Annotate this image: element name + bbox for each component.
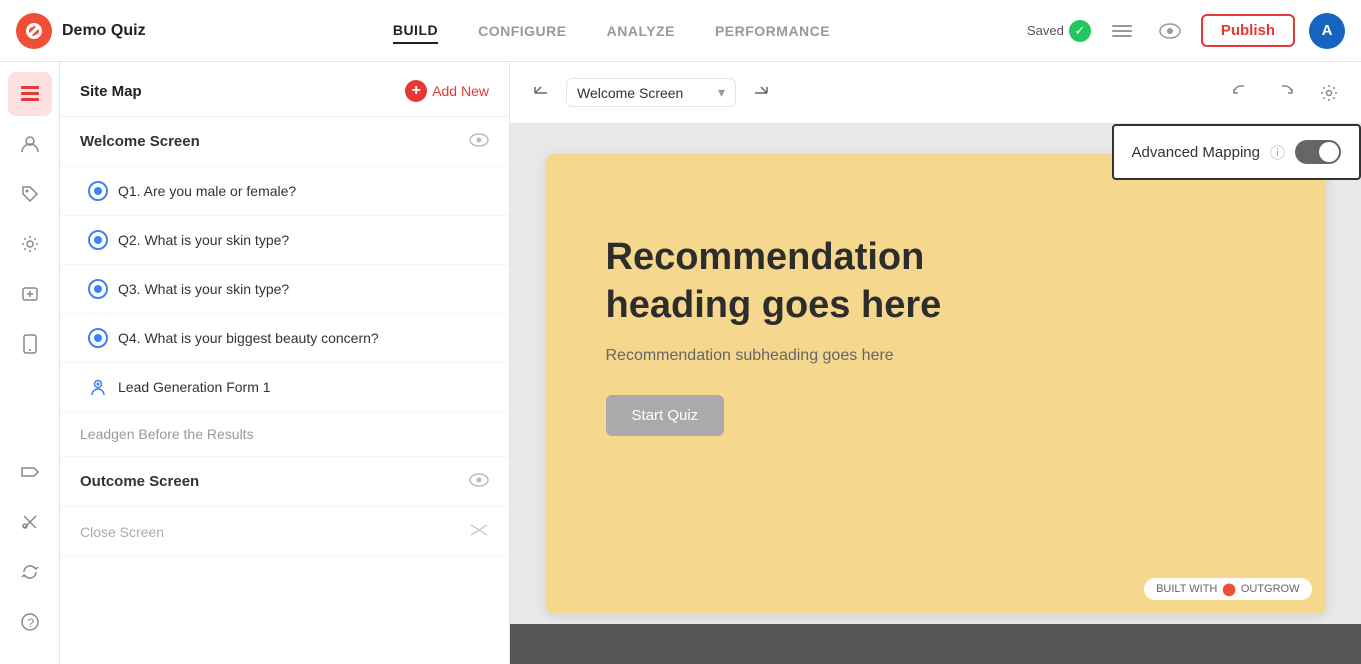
nav-right-area: Saved ✓ Publish A [1027,13,1345,49]
nav-build[interactable]: BUILD [393,18,438,44]
preview-button[interactable] [1153,14,1187,48]
eye-icon-outcome[interactable] [469,471,489,492]
settings-icon-btn[interactable] [1313,77,1345,109]
app-logo [16,13,52,49]
sitemap-header: Site Map + Add New [60,62,509,117]
toggle-knob [1319,142,1339,162]
nav-performance[interactable]: PERFORMANCE [715,19,830,43]
screen-selector-label: Welcome Screen [577,85,683,101]
sidebar-icon-cut[interactable] [8,500,52,544]
canvas-next-button[interactable] [746,78,776,108]
outgrow-brand: ⬤ [1222,582,1235,596]
preview-heading: Recommendation heading goes here [606,234,1026,329]
dropdown-arrow: ▾ [718,84,725,101]
sitemap-item-outcome-screen[interactable]: Outcome Screen [60,457,509,507]
info-icon[interactable]: ⓘ [1270,142,1285,163]
screen-selector[interactable]: Welcome Screen ▾ [566,78,736,107]
advanced-mapping-box: Advanced Mapping ⓘ [1112,124,1361,180]
sidebar-icon-settings[interactable] [8,222,52,266]
app-title: Demo Quiz [62,22,146,40]
sidebar-icon-mobile[interactable] [8,322,52,366]
sitemap-list: Welcome Screen Q1. Are you male or femal… [60,117,509,664]
question-icon-q3 [88,279,108,299]
canvas-prev-button[interactable] [526,78,556,108]
sitemap-item-q2[interactable]: Q2. What is your skin type? [60,216,509,265]
add-new-button[interactable]: + Add New [405,80,489,102]
saved-check-icon: ✓ [1069,20,1091,42]
person-icon-leadgen [88,377,108,397]
main-nav: BUILD CONFIGURE ANALYZE PERFORMANCE [196,18,1027,44]
sitemap-item-leadgen[interactable]: Lead Generation Form 1 [60,363,509,412]
toggle-button[interactable] [1105,14,1139,48]
start-quiz-button[interactable]: Start Quiz [606,395,725,436]
sitemap-item-leadgen-before[interactable]: Leadgen Before the Results [60,412,509,457]
built-with-label: BUILT WITH [1156,583,1217,595]
icon-sidebar: ? [0,62,60,664]
advanced-mapping-label: Advanced Mapping [1132,144,1260,161]
sidebar-icon-pages[interactable] [8,72,52,116]
sidebar-icon-dollar[interactable] [8,272,52,316]
sitemap-panel: Site Map + Add New Welcome Screen Q1. Ar… [60,62,510,664]
nav-configure[interactable]: CONFIGURE [478,19,567,43]
saved-badge: Saved ✓ [1027,20,1091,42]
sitemap-item-welcome-screen[interactable]: Welcome Screen [60,117,509,167]
redo-button[interactable] [1269,77,1301,109]
sidebar-icon-tag[interactable] [8,172,52,216]
eye-icon-close [469,521,489,542]
saved-label: Saved [1027,23,1064,38]
sitemap-item-q1[interactable]: Q1. Are you male or female? [60,167,509,216]
sitemap-item-close-screen[interactable]: Close Screen [60,507,509,557]
add-plus-icon: + [405,80,427,102]
sidebar-icon-label[interactable] [8,450,52,494]
canvas-toolbar: Welcome Screen ▾ [510,62,1361,124]
preview-card[interactable]: Recommendation heading goes here Recomme… [546,154,1326,614]
sitemap-item-q4[interactable]: Q4. What is your biggest beauty concern? [60,314,509,363]
preview-subheading: Recommendation subheading goes here [606,347,1266,365]
user-avatar[interactable]: A [1309,13,1345,49]
eye-icon-welcome[interactable] [469,131,489,152]
sidebar-icon-refresh[interactable] [8,550,52,594]
brand-name: OUTGROW [1241,583,1300,595]
question-icon-q4 [88,328,108,348]
advanced-mapping-toggle[interactable] [1295,140,1341,164]
undo-button[interactable] [1225,77,1257,109]
top-navigation: Demo Quiz BUILD CONFIGURE ANALYZE PERFOR… [0,0,1361,62]
canvas-bottom-strip [510,624,1361,664]
logo-area: Demo Quiz [16,13,196,49]
canvas-area: Welcome Screen ▾ Advanced Mapping [510,62,1361,664]
sidebar-bottom-icons: ? [8,450,52,654]
sidebar-icon-help[interactable]: ? [8,600,52,644]
svg-text:?: ? [27,616,34,630]
main-layout: ? Site Map + Add New Welcome Screen [0,62,1361,664]
canvas-toolbar-right [1225,77,1345,109]
sidebar-icon-user[interactable] [8,122,52,166]
sitemap-title: Site Map [80,83,142,100]
built-with-badge: BUILT WITH ⬤ OUTGROW [1144,578,1311,600]
canvas-content: Recommendation heading goes here Recomme… [510,124,1361,624]
question-icon-q1 [88,181,108,201]
sitemap-item-q3[interactable]: Q3. What is your skin type? [60,265,509,314]
publish-button[interactable]: Publish [1201,14,1295,47]
nav-analyze[interactable]: ANALYZE [607,19,675,43]
question-icon-q2 [88,230,108,250]
